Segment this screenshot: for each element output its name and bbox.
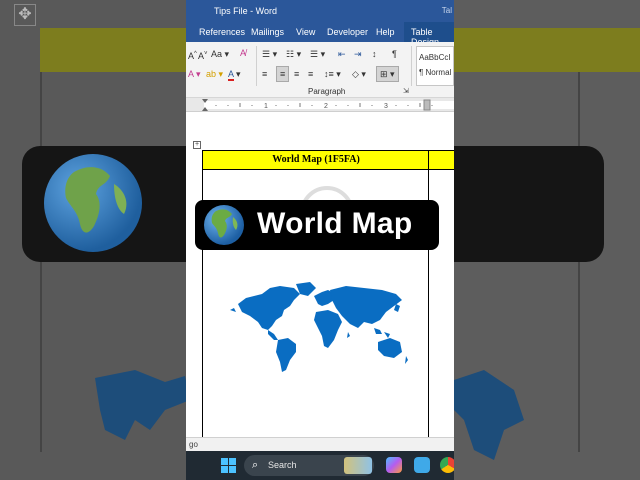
document-page[interactable]: + World Map (1F5FA) [186,112,454,440]
increase-indent-icon[interactable]: ⇥ [354,48,362,60]
blurred-header-band [454,28,640,72]
line-spacing-icon[interactable]: ↕≡ ▾ [324,68,341,80]
caption-overlay: World Map [195,200,439,250]
chrome-icon[interactable] [440,457,454,473]
borders-icon[interactable]: ⊞ ▾ [376,66,399,82]
font-color-icon[interactable]: A ▾ [228,68,241,81]
change-case-button[interactable]: Aa ▾ [211,48,229,60]
title-bar: Tips File - Word Tal [186,0,454,22]
title-right-text: Tal [441,6,452,15]
caption-title: World Map [257,207,413,240]
highlight-color-icon[interactable]: ab ▾ [206,68,223,80]
shading-icon[interactable]: ◇ ▾ [352,68,366,80]
styles-gallery[interactable]: AaBbCcI ¶ Normal [416,46,454,86]
sort-icon[interactable]: ↕ [372,48,377,60]
align-right-icon[interactable]: ≡ [294,68,299,80]
change-case-label: Aa [211,49,223,59]
blurred-background-right [454,0,640,480]
search-highlight-image [344,457,372,474]
table-header-text: World Map (1F5FA) [272,154,360,165]
horizontal-ruler[interactable]: 1 2 3 [186,98,454,112]
tab-developer[interactable]: Developer [327,27,368,37]
svg-text:1: 1 [264,103,268,110]
align-center-icon[interactable]: ≡ [276,66,290,82]
table-move-handle-icon: ✥ [14,4,36,26]
multilevel-list-icon[interactable]: ☰ ▾ [310,48,325,60]
clear-formatting-icon[interactable]: A̸ [240,47,246,59]
search-icon: ⌕ [252,459,259,471]
blurred-map-fragment [454,370,534,480]
tab-help[interactable]: Help [376,27,395,37]
world-map-image [230,282,408,372]
tab-table-design[interactable]: Table Design [404,22,454,47]
blurred-header-band [40,28,186,72]
svg-text:2: 2 [324,103,328,110]
text-effects-icon[interactable]: A ▾ [188,68,201,80]
blurred-caption-pill [454,146,604,262]
table-header-cell[interactable]: World Map (1F5FA) [202,150,454,170]
numbering-icon[interactable]: ☷ ▾ [286,48,301,60]
windows-start-icon[interactable] [221,458,236,473]
table-column-border[interactable] [428,150,429,440]
blurred-map-fragment [95,370,186,480]
justify-icon[interactable]: ≡ [308,68,313,80]
style-normal: ¶ Normal [419,68,452,77]
tab-references[interactable]: References [199,27,245,37]
paragraph-dialog-launcher-icon[interactable]: ⇲ [403,86,409,98]
blurred-background-left: ✥ [0,0,186,480]
window-title: Tips File - Word [214,6,278,16]
style-sample: AaBbCcI [419,53,451,62]
blurred-table-line [40,72,42,452]
windows-taskbar: ⌕ Search [186,451,454,480]
align-left-icon[interactable]: ≡ [262,68,267,80]
blurred-table-line [578,72,580,452]
ribbon-home: A^ A˅ Aa ▾ A̸ A ▾ ab ▾ A ▾ ☰ ▾ ☷ ▾ ☰ ▾ ⇤… [186,42,454,98]
tab-mailings[interactable]: Mailings [251,27,284,37]
earth-globe-icon [44,154,142,252]
taskbar-search-box[interactable]: ⌕ Search [244,455,374,476]
search-placeholder: Search [268,460,297,470]
tab-view[interactable]: View [296,27,315,37]
earth-globe-icon [204,205,244,245]
status-bar: go [186,437,454,451]
document-table[interactable]: World Map (1F5FA) [202,150,454,440]
bullets-icon[interactable]: ☰ ▾ [262,48,277,60]
shrink-font-icon[interactable]: A˅ [198,48,208,62]
grow-font-icon[interactable]: A^ [188,48,197,62]
svg-text:3: 3 [384,103,388,110]
video-frame: ✥ Tips File - Word Tal References Mailin… [0,0,640,480]
table-move-handle-icon[interactable]: + [193,141,201,149]
ribbon-separator [256,46,257,86]
decrease-indent-icon[interactable]: ⇤ [338,48,346,60]
paragraph-group-label: Paragraph [308,87,346,96]
copilot-icon[interactable] [386,457,402,473]
status-text: go [189,440,198,449]
show-formatting-icon[interactable]: ¶ [392,48,397,60]
ribbon-separator [411,46,412,86]
ribbon-tabs: References Mailings View Developer Help … [186,22,454,47]
app-taskbar-icon[interactable] [414,457,430,473]
